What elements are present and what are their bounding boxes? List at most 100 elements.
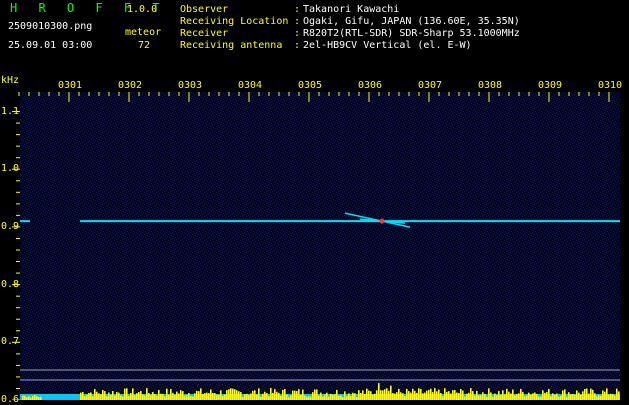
activity-bar	[120, 395, 122, 400]
activity-bar	[368, 390, 370, 400]
activity-bar	[474, 395, 476, 400]
activity-bar	[578, 392, 580, 400]
activity-bar	[404, 395, 406, 400]
y-tick-label: 0.9	[1, 220, 20, 232]
activity-bar	[178, 393, 180, 400]
activity-bar	[398, 388, 400, 400]
activity-bar	[366, 388, 368, 400]
activity-bar	[600, 395, 602, 400]
activity-bar	[384, 389, 386, 400]
activity-bar	[560, 395, 562, 400]
activity-bar	[290, 395, 292, 400]
activity-bar	[438, 389, 440, 400]
activity-bar	[382, 390, 384, 400]
activity-bar	[298, 389, 300, 400]
activity-bar	[212, 392, 214, 400]
activity-bar	[362, 390, 364, 400]
activity-bar	[408, 391, 410, 400]
activity-bar	[526, 395, 528, 400]
activity-bar	[200, 388, 202, 400]
activity-bar	[114, 395, 116, 400]
activity-bar	[276, 391, 278, 400]
activity-bar	[194, 393, 196, 400]
y-tick-label: 0.7	[1, 336, 20, 348]
activity-bar	[100, 394, 102, 400]
activity-bar	[436, 391, 438, 400]
activity-bar	[506, 388, 508, 400]
activity-bar	[412, 388, 414, 400]
activity-bar	[490, 392, 492, 400]
activity-bar	[464, 396, 466, 400]
activity-bar	[574, 394, 576, 400]
activity-bar	[134, 395, 136, 400]
activity-bar	[358, 390, 360, 400]
activity-bar	[320, 392, 322, 400]
activity-bar	[34, 395, 36, 400]
activity-bar	[282, 389, 284, 400]
colon: :	[294, 40, 301, 51]
activity-bar	[614, 395, 616, 400]
activity-bar	[418, 388, 420, 400]
activity-bar	[516, 393, 518, 400]
activity-bar	[500, 394, 502, 400]
activity-bar	[308, 396, 310, 400]
activity-bar	[84, 395, 86, 400]
activity-bar	[602, 390, 604, 400]
activity-bar	[470, 388, 472, 400]
activity-bar	[406, 388, 408, 400]
activity-bar	[586, 388, 588, 400]
activity-bar	[478, 395, 480, 400]
activity-bar	[24, 395, 26, 400]
activity-bar	[454, 389, 456, 400]
activity-bar	[210, 389, 212, 400]
antenna-value: 2el-HB9CV Vertical (el. E-W)	[303, 40, 472, 51]
activity-bar	[514, 395, 516, 400]
activity-bar	[156, 395, 158, 400]
activity-bar	[432, 392, 434, 400]
activity-bar	[246, 393, 248, 400]
activity-bar	[378, 383, 380, 400]
activity-bar	[332, 394, 334, 400]
activity-bar	[518, 393, 520, 400]
activity-bar	[264, 391, 266, 400]
activity-bar	[446, 392, 448, 400]
activity-bar	[610, 393, 612, 400]
activity-bar	[550, 396, 552, 400]
activity-bar	[400, 392, 402, 400]
activity-bar	[22, 395, 24, 400]
activity-bar	[94, 389, 96, 400]
activity-bar	[606, 388, 608, 400]
activity-bar	[162, 393, 164, 400]
activity-bar	[240, 392, 242, 400]
activity-bar	[198, 391, 200, 400]
location-label: Receiving Location	[180, 16, 289, 27]
activity-bar	[104, 391, 106, 400]
activity-bar	[496, 395, 498, 400]
activity-bar	[82, 391, 84, 400]
activity-bar	[186, 394, 188, 400]
activity-bar	[90, 392, 92, 400]
activity-bar	[540, 396, 542, 400]
activity-bar	[128, 395, 130, 400]
activity-bar	[488, 388, 490, 400]
activity-bar	[452, 390, 454, 400]
activity-bar	[594, 393, 596, 400]
activity-bar	[346, 396, 348, 400]
activity-bar	[258, 388, 260, 400]
activity-bar	[274, 389, 276, 400]
activity-bar	[254, 390, 256, 400]
activity-bar	[522, 391, 524, 400]
activity-bar	[190, 396, 192, 400]
activity-bar	[502, 390, 504, 400]
activity-bar	[536, 394, 538, 400]
receiver-value: R820T2(RTL-SDR) SDR-Sharp 53.1000MHz	[303, 28, 520, 39]
activity-bar	[122, 396, 124, 400]
activity-bar	[248, 395, 250, 400]
activity-bar	[338, 395, 340, 400]
activity-bar	[448, 391, 450, 400]
activity-bar	[580, 394, 582, 400]
activity-bar	[450, 393, 452, 400]
activity-bar	[202, 394, 204, 400]
activity-bar	[420, 389, 422, 400]
activity-bar	[616, 388, 618, 400]
